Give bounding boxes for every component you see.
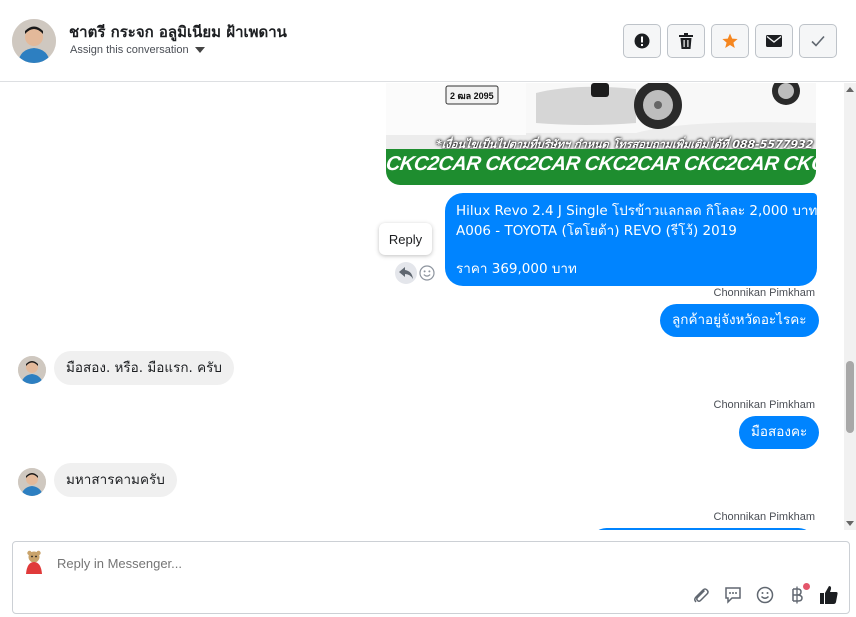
- reply-input[interactable]: [57, 556, 657, 571]
- envelope-icon: [766, 35, 782, 47]
- contact-avatar-small: [18, 468, 46, 496]
- contact-avatar[interactable]: [12, 19, 56, 63]
- message-bubble-outgoing[interactable]: [590, 528, 815, 530]
- exclamation-icon: [634, 33, 650, 49]
- message-thread[interactable]: 2 ฒล 2095 *เงื่อนไขเป็นไปตามที่บริษัทฯ ก…: [0, 83, 844, 530]
- notification-dot: [803, 583, 810, 590]
- mark-unread-button[interactable]: [755, 24, 793, 58]
- saved-reply-icon[interactable]: [723, 585, 743, 605]
- paperclip-icon[interactable]: [691, 585, 711, 605]
- thread-scrollbar[interactable]: [844, 83, 856, 530]
- star-icon: [722, 33, 738, 48]
- delete-button[interactable]: [667, 24, 705, 58]
- react-emoji-icon[interactable]: [419, 265, 435, 281]
- spam-button[interactable]: [623, 24, 661, 58]
- scroll-thumb[interactable]: [846, 361, 854, 433]
- reply-tooltip: Reply: [379, 223, 432, 255]
- scroll-down-icon[interactable]: [846, 521, 854, 526]
- star-button[interactable]: [711, 24, 749, 58]
- message-bubble-incoming[interactable]: มหาสารคามครับ: [54, 463, 177, 497]
- emoji-icon[interactable]: [755, 585, 775, 605]
- thumbs-up-icon[interactable]: [819, 585, 839, 605]
- sender-name: Chonnikan Pimkham: [713, 511, 816, 523]
- message-text: A006 - TOYOTA (โตโยต้า) REVO (รีโว้) 201…: [456, 223, 737, 239]
- banner-text: CKC2CAR CKC2CAR CKC2CAR CKC2CAR CKC2CAR …: [386, 153, 816, 175]
- composer-toolbar: [691, 583, 839, 605]
- assign-label: Assign this conversation: [70, 44, 189, 56]
- sender-name: Chonnikan Pimkham: [713, 399, 816, 411]
- check-icon: [811, 35, 825, 47]
- assign-conversation-dropdown[interactable]: Assign this conversation: [70, 44, 205, 56]
- car-photo-attachment[interactable]: 2 ฒล 2095 *เงื่อนไขเป็นไปตามที่บริษัทฯ ก…: [386, 83, 816, 185]
- reply-icon[interactable]: [395, 262, 417, 284]
- baht-icon[interactable]: [787, 583, 810, 605]
- message-text: ราคา 369,000 บาท: [456, 261, 577, 277]
- scroll-up-icon[interactable]: [846, 87, 854, 92]
- license-plate: 2 ฒล 2095: [450, 91, 494, 101]
- message-bubble-outgoing[interactable]: Hilux Revo 2.4 J Single โปรข้าวแลกลด กิโ…: [445, 193, 817, 286]
- sender-name: Chonnikan Pimkham: [713, 287, 816, 299]
- trash-icon: [679, 33, 693, 49]
- mark-done-button[interactable]: [799, 24, 837, 58]
- message-text: มหาสารคามครับ: [66, 472, 165, 488]
- page-avatar: [23, 550, 45, 574]
- contact-avatar-small: [18, 356, 46, 384]
- conversation-header: ชาตรี กระจก อลูมิเนียม ฝ้าเพดาน Assign t…: [0, 0, 856, 82]
- message-text: มือสองคะ: [751, 424, 808, 440]
- contact-name: ชาตรี กระจก อลูมิเนียม ฝ้าเพดาน: [69, 23, 287, 41]
- message-bubble-outgoing[interactable]: ลูกค้าอยู่จังหวัดอะไรคะ: [660, 304, 819, 337]
- message-bubble-incoming[interactable]: มือสอง. หรือ. มือแรก. ครับ: [54, 351, 234, 385]
- reply-tooltip-text: Reply: [388, 231, 423, 247]
- message-text: ลูกค้าอยู่จังหวัดอะไรคะ: [672, 312, 807, 328]
- reply-composer: [12, 541, 850, 614]
- image-banner: CKC2CAR CKC2CAR CKC2CAR CKC2CAR CKC2CAR …: [386, 149, 816, 185]
- message-bubble-outgoing[interactable]: มือสองคะ: [739, 416, 820, 449]
- message-text: มือสอง. หรือ. มือแรก. ครับ: [66, 360, 222, 376]
- conversation-actions: [623, 24, 837, 58]
- message-text: Hilux Revo 2.4 J Single โปรข้าวแลกลด กิโ…: [456, 203, 818, 219]
- chevron-down-icon: [194, 47, 205, 53]
